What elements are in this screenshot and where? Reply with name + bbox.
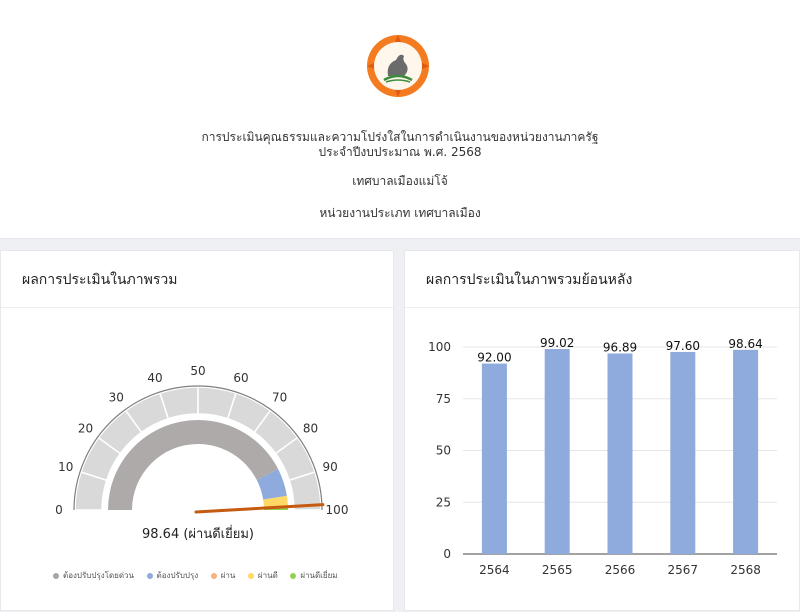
gauge-tick-label: 80 (303, 421, 318, 435)
x-tick-label: 2567 (668, 563, 699, 577)
legend-item: ผ่านดีเยี่ยม (290, 569, 338, 582)
gauge-tick-label: 60 (233, 371, 248, 385)
bar (607, 353, 633, 554)
header-card: การประเมินคุณธรรมและความโปร่งใสในการดำเน… (0, 0, 800, 239)
gauge-tick-label: 100 (326, 503, 349, 517)
legend-item: ต้องปรับปรุง (146, 569, 199, 582)
bar (544, 349, 570, 554)
legend-dot (53, 572, 59, 579)
gauge-tick-label: 30 (109, 391, 124, 405)
bar-value-label: 98.64 (728, 337, 762, 351)
bar (733, 349, 759, 554)
legend-dot (210, 572, 217, 579)
y-tick-label: 0 (443, 547, 451, 561)
header-title-line2: ประจำปีงบประมาณ พ.ศ. 2568 (318, 145, 482, 159)
bar-value-label: 99.02 (540, 336, 574, 350)
legend-label: ต้องปรับปรุงโดยด่วน (63, 571, 134, 580)
gauge-value-text: 98.64 (ผ่านดีเยี่ยม) (142, 527, 254, 542)
legend-item: ผ่านดี (247, 569, 278, 582)
legend-dot (290, 572, 297, 579)
legend-label: ต้องปรับปรุง (156, 571, 199, 580)
y-tick-label: 25 (436, 495, 451, 509)
gauge-tick-label: 10 (58, 460, 73, 474)
gauge-tick-label: 40 (147, 371, 162, 385)
gauge-tick-label: 0 (55, 503, 63, 517)
legend-label: ผ่านดี (257, 571, 278, 580)
legend-dot (247, 572, 254, 579)
legend-item: ผ่าน (210, 569, 236, 582)
y-tick-label: 100 (428, 340, 451, 354)
gauge-legend: ต้องปรับปรุงโดยด่วน ต้องปรับปรุง ผ่าน ผ่… (53, 569, 348, 582)
history-result-panel: ผลการประเมินในภาพรวมย้อนหลัง 0 25 50 75 100 9… (404, 250, 800, 611)
gauge-tick-label: 70 (272, 391, 287, 405)
bar-value-label: 97.60 (666, 339, 700, 353)
history-bar-chart: 0 25 50 75 100 92.00 2564 99.02 2565 96.89 2566 97.… (428, 336, 777, 577)
x-tick-label: 2564 (479, 563, 510, 577)
x-tick-label: 2565 (542, 563, 573, 577)
score-gauge: 0 10 20 30 40 50 60 70 80 90 100 (55, 364, 349, 517)
x-tick-label: 2568 (730, 563, 761, 577)
gauge-tick-label: 50 (190, 364, 205, 378)
agency-name: เทศบาลเมืองแม่โจ้ (352, 174, 448, 188)
bar (670, 351, 696, 554)
bar-value-label: 92.00 (477, 351, 511, 365)
gauge-tick-label: 90 (323, 460, 338, 474)
bar-value-label: 96.89 (603, 340, 637, 354)
y-tick-label: 50 (436, 444, 451, 458)
legend-item: ต้องปรับปรุงโดยด่วน (53, 569, 134, 582)
bar (481, 363, 507, 554)
x-tick-label: 2566 (605, 563, 636, 577)
y-tick-label: 75 (436, 392, 451, 406)
legend-label: ผ่านดีเยี่ยม (300, 571, 338, 580)
municipality-logo (367, 35, 429, 97)
overall-result-panel: ผลการประเมินในภาพรวม 0 10 20 30 40 50 60 70 80 90… (0, 250, 394, 611)
legend-dot (146, 572, 153, 579)
gauge-tick-label: 20 (78, 421, 93, 435)
legend-label: ผ่าน (220, 571, 236, 580)
agency-type: หน่วยงานประเภท เทศบาลเมือง (319, 206, 481, 220)
